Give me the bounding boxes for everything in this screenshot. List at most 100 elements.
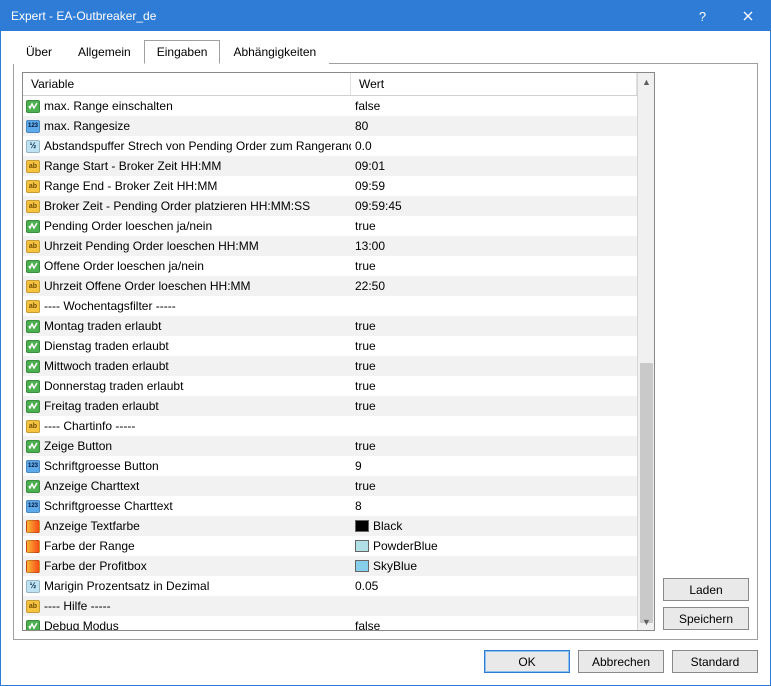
- table-row[interactable]: Broker Zeit - Pending Order platzieren H…: [23, 196, 637, 216]
- value-cell[interactable]: true: [351, 359, 637, 373]
- table-row[interactable]: Anzeige TextfarbeBlack: [23, 516, 637, 536]
- table-row[interactable]: Donnerstag traden erlaubttrue: [23, 376, 637, 396]
- color-swatch: [355, 520, 369, 532]
- value-cell[interactable]: false: [351, 619, 637, 630]
- value-cell[interactable]: 80: [351, 119, 637, 133]
- variable-label: Dienstag traden erlaubt: [44, 339, 169, 353]
- string-icon: [26, 420, 40, 433]
- value-text: true: [355, 219, 376, 233]
- table-row[interactable]: ---- Chartinfo -----: [23, 416, 637, 436]
- value-cell[interactable]: 13:00: [351, 239, 637, 253]
- variable-cell: Freitag traden erlaubt: [23, 399, 351, 413]
- table-row[interactable]: Uhrzeit Pending Order loeschen HH:MM 13:0…: [23, 236, 637, 256]
- variable-label: Range End - Broker Zeit HH:MM: [44, 179, 217, 193]
- variable-label: ---- Wochentagsfilter -----: [44, 299, 176, 313]
- value-cell[interactable]: 0.0: [351, 139, 637, 153]
- table-row[interactable]: Debug Modusfalse: [23, 616, 637, 630]
- value-cell[interactable]: Black: [351, 519, 637, 533]
- cancel-button[interactable]: Abbrechen: [578, 650, 664, 673]
- tab-allgemein[interactable]: Allgemein: [65, 40, 144, 64]
- column-header-variable[interactable]: Variable: [23, 73, 351, 95]
- close-button[interactable]: [725, 1, 770, 31]
- value-cell[interactable]: 0.05: [351, 579, 637, 593]
- value-cell[interactable]: 09:59:45: [351, 199, 637, 213]
- table-row[interactable]: Anzeige Charttext true: [23, 476, 637, 496]
- value-cell[interactable]: 9: [351, 459, 637, 473]
- table-row[interactable]: Range End - Broker Zeit HH:MM 09:59: [23, 176, 637, 196]
- table-row[interactable]: Dienstag traden erlaubt true: [23, 336, 637, 356]
- variable-cell: ---- Wochentagsfilter -----: [23, 299, 351, 313]
- table-row[interactable]: Offene Order loeschen ja/neintrue: [23, 256, 637, 276]
- value-text: 13:00: [355, 239, 385, 253]
- table-row[interactable]: ---- Hilfe -----: [23, 596, 637, 616]
- variable-label: Zeige Button: [44, 439, 112, 453]
- reset-button[interactable]: Standard: [672, 650, 758, 673]
- tab-eingaben[interactable]: Eingaben: [144, 40, 221, 64]
- variable-cell: Donnerstag traden erlaubt: [23, 379, 351, 393]
- column-header-value[interactable]: Wert: [351, 73, 637, 95]
- table-row[interactable]: Freitag traden erlaubttrue: [23, 396, 637, 416]
- vertical-scrollbar[interactable]: ▲ ▼: [637, 73, 654, 630]
- tabstrip: ÜberAllgemeinEingabenAbhängigkeiten: [1, 31, 770, 63]
- value-cell[interactable]: 8: [351, 499, 637, 513]
- table-row[interactable]: Pending Order loeschen ja/neintrue: [23, 216, 637, 236]
- value-cell[interactable]: PowderBlue: [351, 539, 637, 553]
- load-button[interactable]: Laden: [663, 578, 749, 601]
- variable-cell: Dienstag traden erlaubt: [23, 339, 351, 353]
- table-row[interactable]: Schriftgroesse Button9: [23, 456, 637, 476]
- value-cell[interactable]: 09:59: [351, 179, 637, 193]
- tab-abhängigkeiten[interactable]: Abhängigkeiten: [220, 40, 329, 64]
- table-row[interactable]: Marigin Prozentsatz in Dezimal0.05: [23, 576, 637, 596]
- value-cell[interactable]: true: [351, 339, 637, 353]
- variable-cell: Uhrzeit Pending Order loeschen HH:MM: [23, 239, 351, 253]
- table-row[interactable]: Uhrzeit Offene Order loeschen HH:MM22:50: [23, 276, 637, 296]
- value-text: true: [355, 259, 376, 273]
- value-text: false: [355, 99, 380, 113]
- table-row[interactable]: ---- Wochentagsfilter -----: [23, 296, 637, 316]
- value-cell[interactable]: true: [351, 259, 637, 273]
- value-cell[interactable]: true: [351, 479, 637, 493]
- ok-button[interactable]: OK: [484, 650, 570, 673]
- scroll-thumb[interactable]: [640, 363, 653, 623]
- value-cell[interactable]: true: [351, 399, 637, 413]
- tab-panel: Variable Wert max. Range einschaltenfals…: [13, 63, 758, 640]
- value-text: true: [355, 339, 376, 353]
- grid-header: Variable Wert: [23, 73, 637, 96]
- value-cell[interactable]: true: [351, 439, 637, 453]
- scroll-up-arrow[interactable]: ▲: [638, 73, 655, 90]
- value-cell[interactable]: true: [351, 319, 637, 333]
- table-row[interactable]: Farbe der ProfitboxSkyBlue: [23, 556, 637, 576]
- variable-cell: Uhrzeit Offene Order loeschen HH:MM: [23, 279, 351, 293]
- variable-label: Uhrzeit Pending Order loeschen HH:MM: [44, 239, 259, 253]
- table-row[interactable]: Farbe der RangePowderBlue: [23, 536, 637, 556]
- bool-icon: [26, 440, 40, 453]
- table-row[interactable]: Schriftgroesse Charttext8: [23, 496, 637, 516]
- variable-cell: Montag traden erlaubt: [23, 319, 351, 333]
- table-row[interactable]: Zeige Button true: [23, 436, 637, 456]
- value-cell[interactable]: true: [351, 379, 637, 393]
- table-row[interactable]: Montag traden erlaubttrue: [23, 316, 637, 336]
- variable-cell: Marigin Prozentsatz in Dezimal: [23, 579, 351, 593]
- scroll-down-arrow[interactable]: ▼: [638, 613, 655, 630]
- variable-label: Range Start - Broker Zeit HH:MM: [44, 159, 221, 173]
- string-icon: [26, 240, 40, 253]
- titlebar: Expert - EA-Outbreaker_de ?: [1, 1, 770, 31]
- tab-über[interactable]: Über: [13, 40, 65, 64]
- table-row[interactable]: max. Range einschaltenfalse: [23, 96, 637, 116]
- variable-label: Anzeige Charttext: [44, 479, 139, 493]
- value-text: PowderBlue: [373, 539, 438, 553]
- table-row[interactable]: Mittwoch traden erlaubttrue: [23, 356, 637, 376]
- value-cell[interactable]: false: [351, 99, 637, 113]
- table-row[interactable]: Range Start - Broker Zeit HH:MM 09:01: [23, 156, 637, 176]
- save-button[interactable]: Speichern: [663, 607, 749, 630]
- value-cell[interactable]: 09:01: [351, 159, 637, 173]
- value-text: SkyBlue: [373, 559, 417, 573]
- help-button[interactable]: ?: [680, 1, 725, 31]
- value-cell[interactable]: true: [351, 219, 637, 233]
- value-text: 09:59:45: [355, 199, 402, 213]
- value-cell[interactable]: 22:50: [351, 279, 637, 293]
- variable-cell: Anzeige Charttext: [23, 479, 351, 493]
- table-row[interactable]: max. Rangesize80: [23, 116, 637, 136]
- value-cell[interactable]: SkyBlue: [351, 559, 637, 573]
- table-row[interactable]: Abstandspuffer Strech von Pending Order …: [23, 136, 637, 156]
